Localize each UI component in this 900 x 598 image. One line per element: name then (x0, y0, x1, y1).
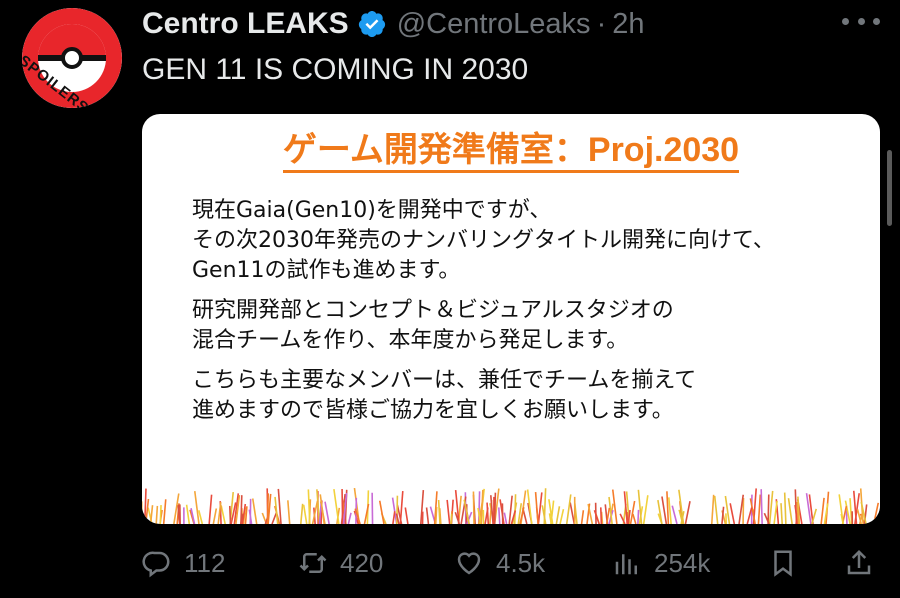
slide-line: 進めますので皆様ご協力を宜しくお願いします。 (192, 398, 674, 423)
slide-paragraph: 現在Gaia(Gen10)を開発中ですが、 その次2030年発売のナンバリングタ… (192, 196, 852, 286)
reply-icon (142, 551, 170, 578)
views-count: 254k (654, 547, 711, 578)
tweet-media-image[interactable]: ゲーム開発準備室：Proj.2030 現在Gaia(Gen10)を開発中ですが、… (142, 114, 880, 524)
repost-button[interactable]: 420 (298, 540, 383, 586)
slide-line: 研究開発部とコンセプト＆ビジュアルスタジオの (192, 298, 674, 323)
slide-line: 現在Gaia(Gen10)を開発中ですが、 (192, 198, 552, 223)
slide-paragraph: こちらも主要なメンバーは、兼任でチームを揃えて 進めますので皆様ご協力を宜しくお… (192, 366, 852, 426)
like-icon (457, 552, 481, 575)
repost-icon (299, 553, 327, 573)
confetti-border-decoration (142, 488, 880, 524)
slide-body: 現在Gaia(Gen10)を開発中ですが、 その次2030年発売のナンバリングタ… (192, 196, 852, 436)
repost-count: 420 (340, 547, 384, 578)
bookmark-button[interactable] (768, 540, 798, 586)
tweet-text: GEN 11 IS COMING IN 2030 (142, 53, 529, 86)
slide-title: ゲーム開発準備室：Proj.2030 (142, 122, 880, 173)
like-count: 4.5k (496, 547, 546, 578)
slide-line: こちらも主要なメンバーは、兼任でチームを揃えて (192, 368, 697, 393)
reply-button[interactable]: 112 (142, 540, 225, 586)
slide-line: Gen11の試作も進めます。 (192, 258, 461, 283)
share-icon (847, 549, 871, 575)
views-icon (615, 554, 637, 575)
tweet-action-bar: 112 420 4.5k 254k (142, 540, 880, 586)
slide-paragraph: 研究開発部とコンセプト＆ビジュアルスタジオの 混合チームを作り、本年度から発足し… (192, 296, 852, 356)
share-button[interactable] (844, 540, 874, 586)
timestamp[interactable]: 2h (612, 8, 644, 41)
verified-badge-icon (358, 11, 385, 38)
views-button[interactable]: 254k (612, 540, 710, 586)
slide-line: 混合チームを作り、本年度から発足します。 (192, 328, 629, 353)
bookmark-icon (774, 550, 792, 577)
more-icon[interactable] (842, 14, 880, 28)
scrollbar-thumb[interactable] (887, 150, 892, 226)
avatar[interactable]: SPOILERS (22, 8, 122, 108)
slide-title-text: ゲーム開発準備室：Proj.2030 (282, 131, 740, 173)
display-name[interactable]: Centro LEAKS (142, 7, 349, 41)
separator-dot: · (596, 7, 607, 40)
handle[interactable]: @CentroLeaks (397, 8, 591, 41)
slide-line: その次2030年発売のナンバリングタイトル開発に向けて、 (192, 228, 775, 253)
scrollbar-track[interactable] (885, 60, 893, 560)
tweet-header: Centro LEAKS @CentroLeaks · 2h (142, 6, 645, 42)
like-button[interactable]: 4.5k (454, 540, 545, 586)
reply-count: 112 (184, 547, 226, 578)
